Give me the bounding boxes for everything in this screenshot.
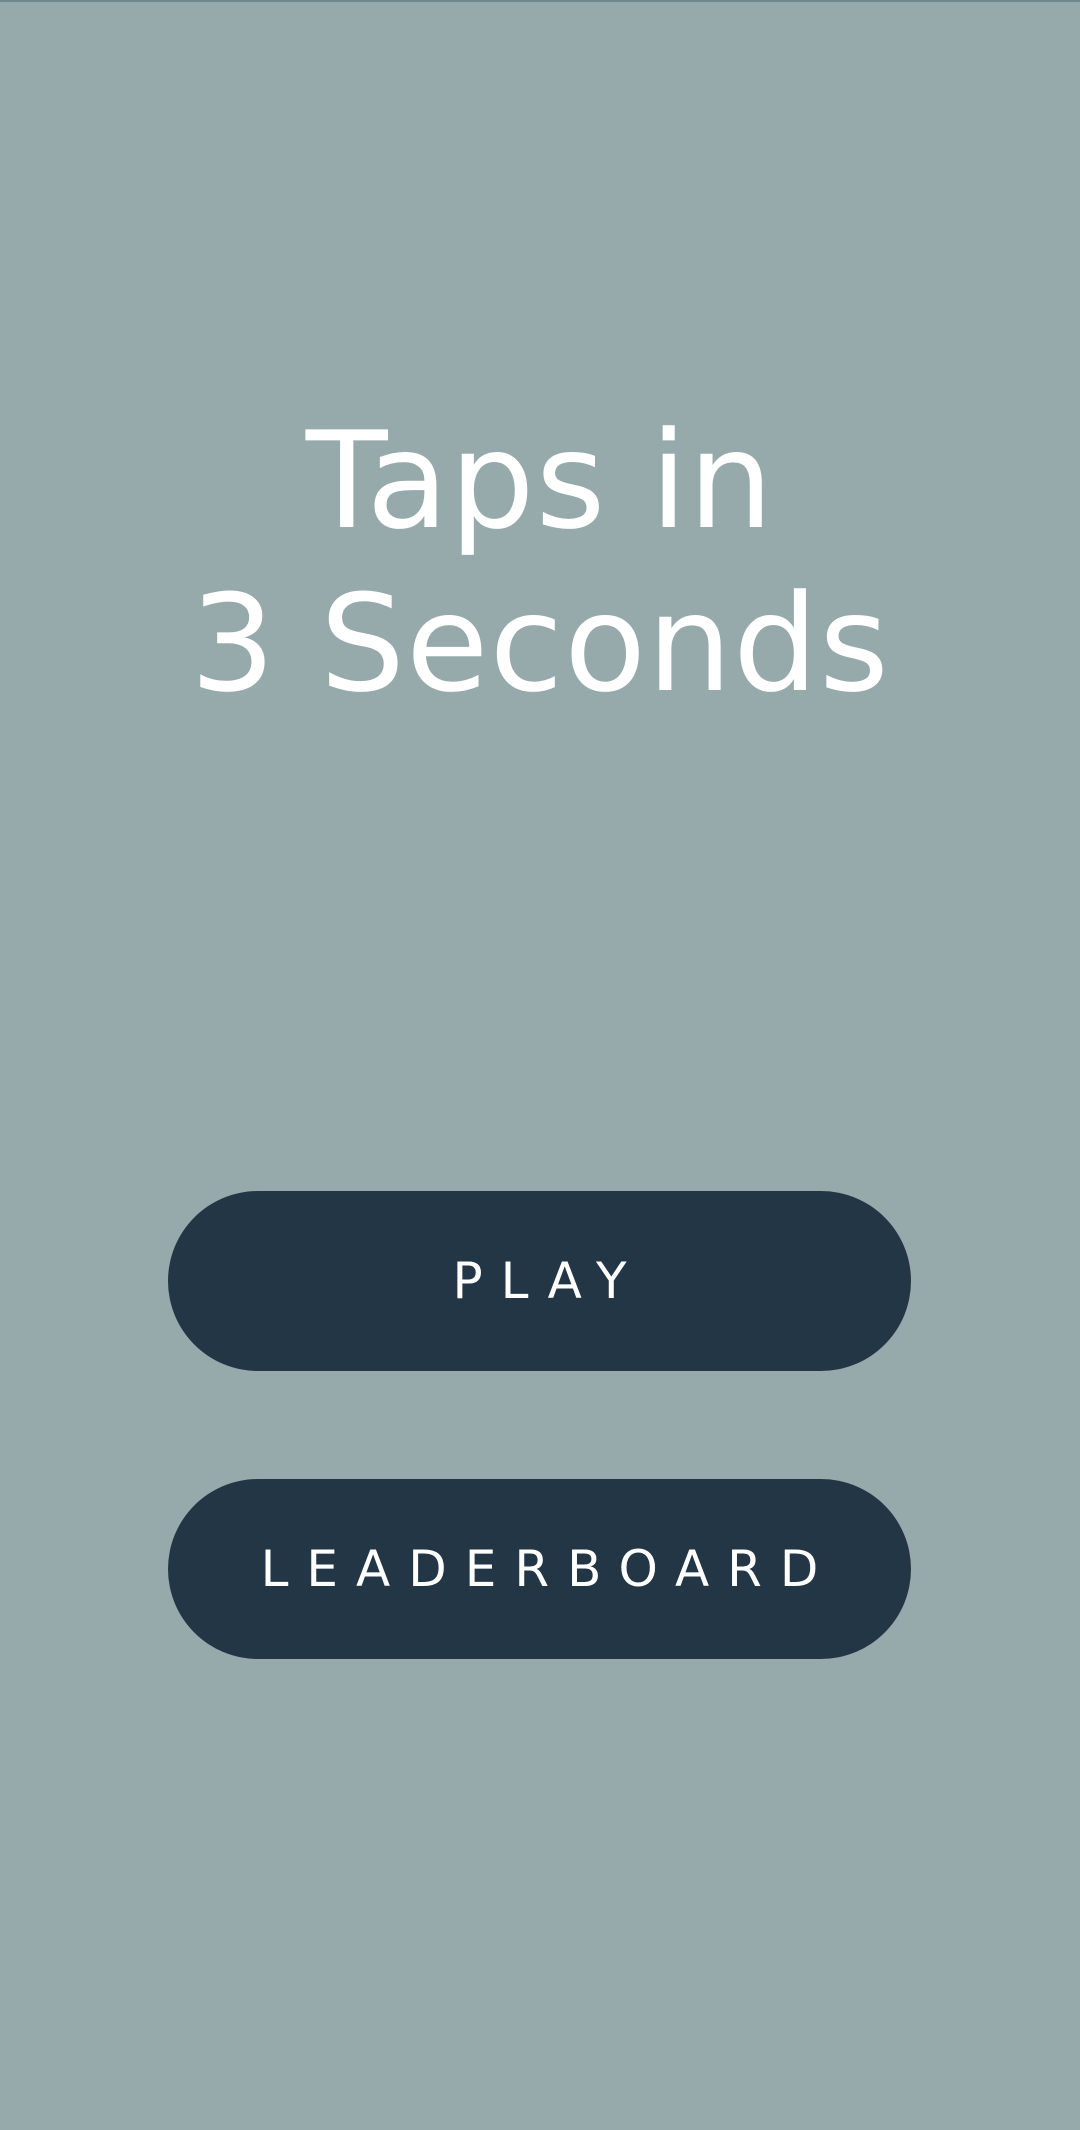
play-button[interactable]: PLAY (168, 1191, 911, 1371)
top-edge-divider (0, 0, 1080, 2)
play-button-label: PLAY (452, 1252, 645, 1310)
leaderboard-button-label: LEADERBOARD (260, 1540, 837, 1598)
app-title: Taps in 3 Seconds (0, 400, 1080, 726)
title-line-2: 3 Seconds (190, 566, 890, 722)
title-line-1: Taps in (305, 403, 775, 559)
leaderboard-button[interactable]: LEADERBOARD (168, 1479, 911, 1659)
